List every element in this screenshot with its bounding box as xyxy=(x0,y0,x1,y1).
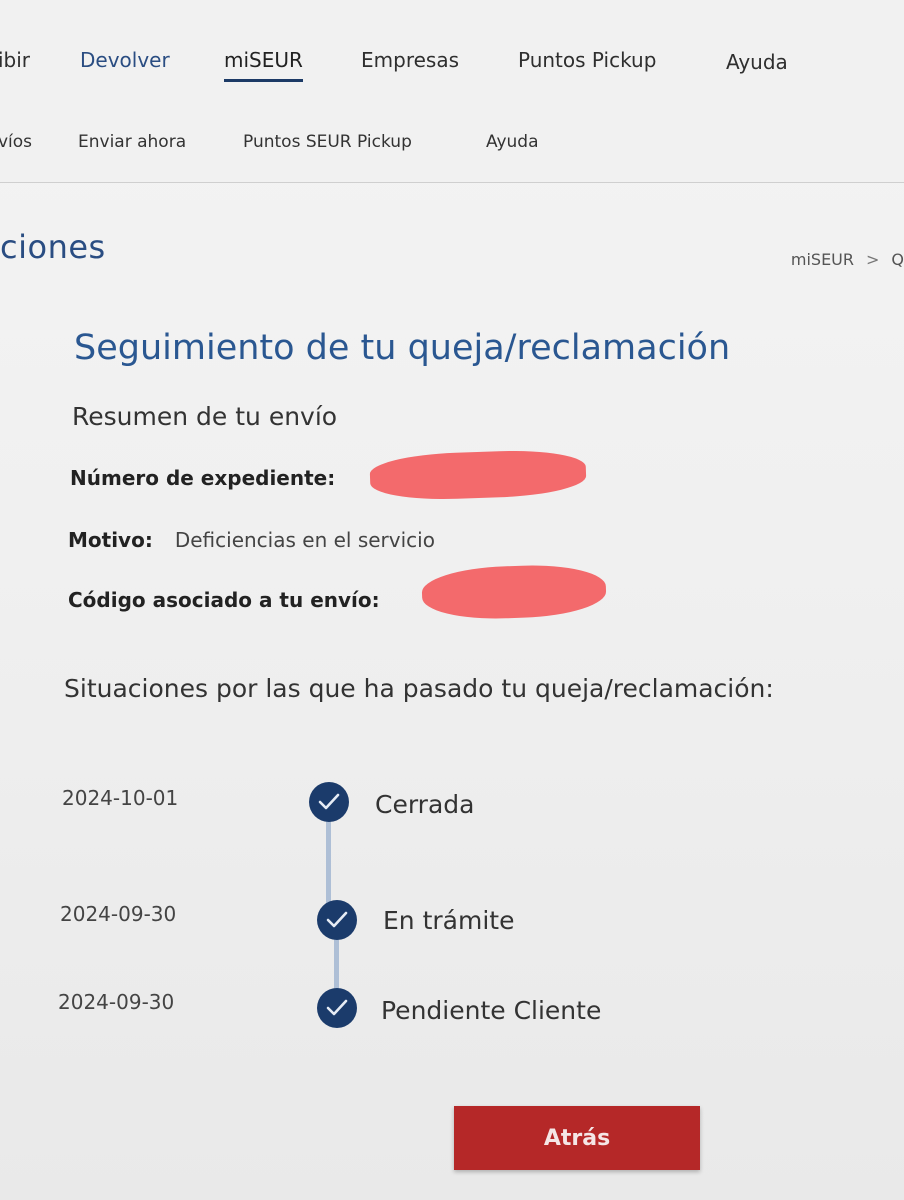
breadcrumb: miSEUR > Q xyxy=(791,250,904,269)
breadcrumb-item-miseur[interactable]: miSEUR xyxy=(791,250,854,269)
page: ibir Devolver miSEUR Empresas Puntos Pic… xyxy=(0,0,904,1200)
check-icon xyxy=(317,900,357,940)
back-button[interactable]: Atrás xyxy=(454,1106,700,1170)
nav-item-recibir[interactable]: ibir xyxy=(0,48,30,72)
timeline-status: Pendiente Cliente xyxy=(381,996,602,1025)
motivo-field: Motivo: Deficiencias en el servicio xyxy=(68,528,435,552)
check-icon xyxy=(309,782,349,822)
timeline-status: En trámite xyxy=(383,906,515,935)
timeline-connector xyxy=(326,820,331,910)
sub-nav: víos Enviar ahora Puntos SEUR Pickup Ayu… xyxy=(0,108,904,183)
codigo-label: Código asociado a tu envío: xyxy=(68,588,380,612)
subnav-item-puntos-seur-pickup[interactable]: Puntos SEUR Pickup xyxy=(243,132,412,152)
breadcrumb-item-current[interactable]: Q xyxy=(891,250,904,269)
timeline-date: 2024-10-01 xyxy=(62,786,179,810)
nav-item-puntos-pickup[interactable]: Puntos Pickup xyxy=(518,48,656,72)
timeline-date: 2024-09-30 xyxy=(60,902,177,926)
subnav-item-enviar-ahora[interactable]: Enviar ahora xyxy=(78,132,186,152)
timeline-status: Cerrada xyxy=(375,790,475,819)
nav-item-miseur[interactable]: miSEUR xyxy=(224,48,303,82)
subnav-item-ayuda[interactable]: Ayuda xyxy=(486,132,539,152)
expediente-label: Número de expediente: xyxy=(70,466,336,490)
redaction-mark xyxy=(369,448,587,502)
nav-item-ayuda[interactable]: Ayuda xyxy=(726,50,788,74)
motivo-value: Deficiencias en el servicio xyxy=(174,528,435,552)
subnav-item-envios[interactable]: víos xyxy=(0,132,32,152)
situations-title: Situaciones por las que ha pasado tu que… xyxy=(64,674,774,703)
redaction-mark xyxy=(421,562,607,622)
timeline-date: 2024-09-30 xyxy=(58,990,175,1014)
codigo-field: Código asociado a tu envío: xyxy=(68,588,380,612)
breadcrumb-separator-icon: > xyxy=(866,250,880,269)
section-title: ciones xyxy=(0,228,106,266)
nav-item-empresas[interactable]: Empresas xyxy=(361,48,459,72)
summary-title: Resumen de tu envío xyxy=(72,402,338,431)
check-icon xyxy=(317,988,357,1028)
nav-item-devolver[interactable]: Devolver xyxy=(80,48,170,72)
motivo-label: Motivo: xyxy=(68,528,153,552)
expediente-field: Número de expediente: xyxy=(70,466,335,490)
page-title: Seguimiento de tu queja/reclamación xyxy=(74,328,731,368)
top-nav: ibir Devolver miSEUR Empresas Puntos Pic… xyxy=(0,0,904,109)
